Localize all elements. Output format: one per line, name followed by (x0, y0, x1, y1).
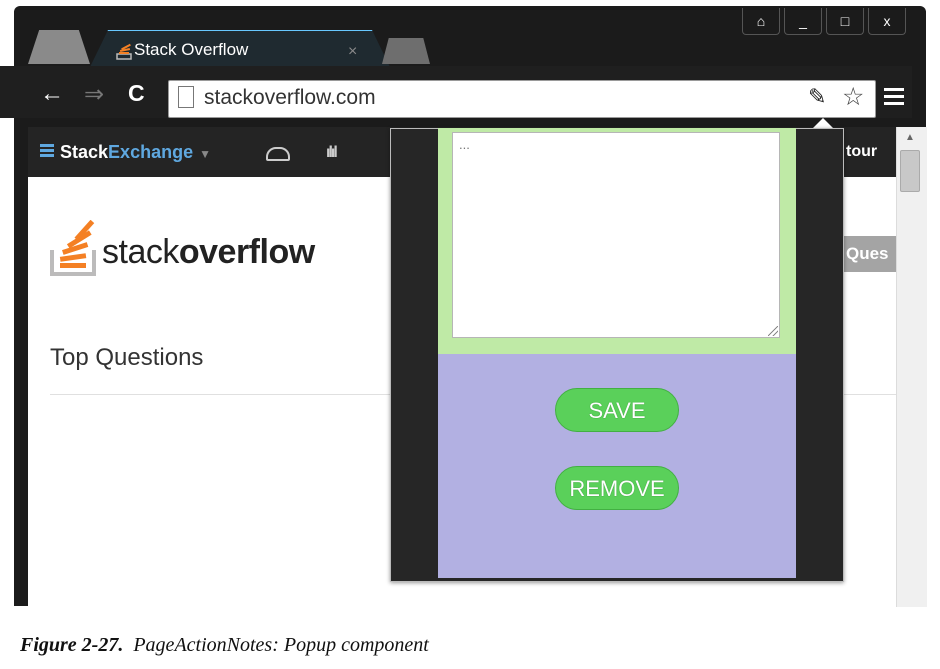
forward-icon[interactable]: ⇒ (84, 80, 104, 109)
tour-link[interactable]: tour (846, 143, 877, 161)
scroll-up-icon[interactable]: ▲ (905, 132, 915, 143)
new-tab-button[interactable] (382, 38, 430, 64)
ask-question-button[interactable]: Ques (842, 236, 896, 272)
stackoverflow-wordmark[interactable]: stackoverflow (102, 233, 315, 272)
achievements-icon[interactable]: ılıl (326, 144, 338, 162)
scroll-thumb[interactable] (900, 150, 920, 192)
figure-caption: Figure 2-27. PageActionNotes: Popup comp… (20, 634, 429, 657)
window-controls: ⌂ _ □ x (742, 8, 906, 42)
user-icon[interactable]: ⌂ (742, 8, 780, 35)
logo-text-bold: overflow (178, 233, 315, 271)
resize-grip-icon[interactable] (768, 326, 778, 336)
tab-title: Stack Overflow (134, 40, 249, 59)
url-text[interactable]: stackoverflow.com (204, 86, 376, 110)
minimize-button[interactable]: _ (784, 8, 822, 35)
remove-button[interactable]: REMOVE (555, 466, 679, 510)
page-heading: Top Questions (50, 344, 204, 371)
star-icon[interactable]: ☆ (842, 82, 864, 112)
stackoverflow-favicon-icon (116, 43, 132, 60)
inbox-icon[interactable] (266, 147, 290, 161)
stackexchange-logo[interactable]: StackExchange ▼ (40, 142, 211, 163)
stackexchange-label-stack: Stack (60, 142, 109, 162)
stackoverflow-logo-icon[interactable] (48, 220, 98, 278)
page-icon (178, 86, 194, 108)
tab-close-icon[interactable]: × (348, 43, 357, 61)
reload-icon[interactable]: C (128, 80, 145, 107)
back-icon[interactable]: ← (40, 80, 64, 108)
logo-text-light: stack (102, 233, 179, 271)
caption-figure-number: Figure 2-27. (20, 634, 124, 656)
menu-icon[interactable] (884, 88, 904, 109)
stackexchange-icon (40, 144, 54, 160)
stackexchange-label-exchange: Exchange (108, 142, 194, 162)
chevron-down-icon: ▼ (199, 147, 211, 161)
close-window-button[interactable]: x (868, 8, 906, 35)
scrollbar[interactable] (896, 127, 927, 607)
maximize-button[interactable]: □ (826, 8, 864, 35)
note-textarea[interactable] (452, 132, 780, 338)
save-button[interactable]: SAVE (555, 388, 679, 432)
pencil-icon[interactable]: ✎ (808, 84, 826, 110)
caption-text: PageActionNotes: Popup component (133, 634, 429, 656)
